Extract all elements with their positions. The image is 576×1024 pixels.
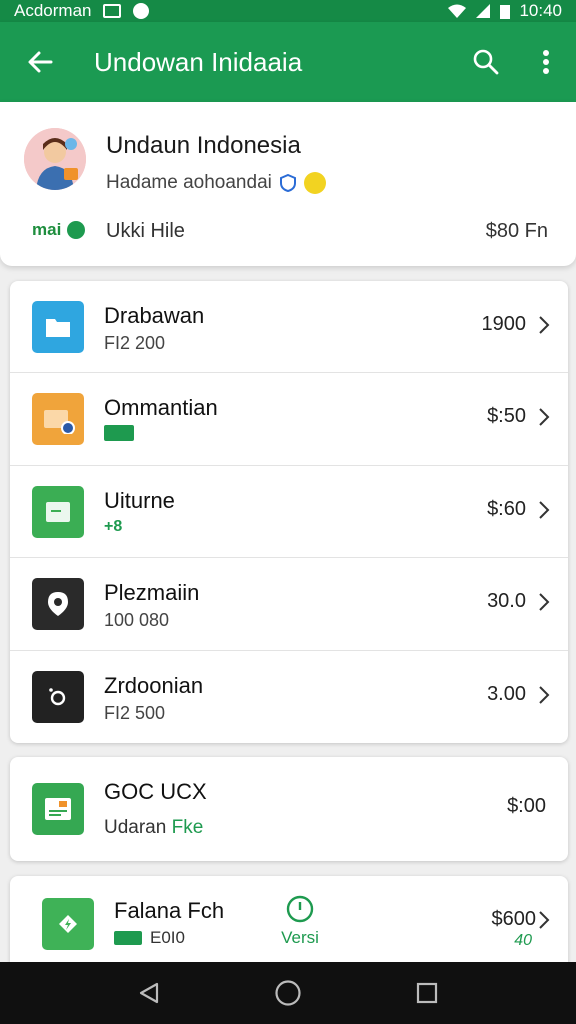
card-subtitle-prefix: Udaran (104, 817, 167, 838)
avatar[interactable] (24, 128, 86, 190)
item-value: 1900 (481, 313, 527, 335)
list-item[interactable]: Zrdoonian FI2 500 3.00 (10, 651, 568, 743)
card-value: $:00 (507, 795, 546, 817)
item-name: Zrdoonian (104, 672, 204, 698)
item-meta: 100 080 (104, 610, 170, 631)
chevron-right-icon (539, 911, 550, 929)
chevron-right-icon (539, 501, 550, 519)
profile-name: Undaun Indonesia (106, 132, 301, 159)
list-item[interactable]: Ommantian $:50 (10, 373, 568, 466)
item-value: $:50 (487, 405, 526, 428)
profile-tag: mai (32, 220, 86, 240)
clock-icon (286, 895, 314, 923)
item-meta: FI2 500 (104, 702, 166, 723)
item-value: $:60 (487, 497, 526, 520)
status-bar: Acdorman 10:40 (0, 0, 576, 22)
card-meta-text: E0I0 (150, 928, 185, 947)
card-subtitle-link[interactable]: Fke (172, 817, 204, 838)
app-bar: Undowan Inidaaia (0, 22, 576, 102)
profile-label: Ukki Hile (106, 220, 185, 242)
chevron-right-icon (539, 408, 550, 427)
battery-icon (500, 5, 511, 19)
status-time: 10:40 (519, 1, 562, 20)
card-value: $600 (491, 908, 537, 930)
item-name: Drabawan (104, 303, 205, 328)
list-item[interactable]: Plezmaiin 100 080 30.0 (10, 558, 568, 651)
items-list: Drabawan FI2 200 1900 Ommantian $:50 Uit… (10, 281, 568, 743)
square-recents-icon (416, 982, 437, 1004)
status-chip (104, 425, 134, 442)
profile-header: Undaun Indonesia Hadame aohoandai mai Uk… (0, 102, 576, 266)
shield-icon (279, 174, 296, 192)
verified-badge-icon (303, 172, 326, 194)
card-title: Falana Fch (114, 898, 225, 923)
item-value: 30.0 (487, 590, 526, 613)
circle-home-icon (275, 980, 301, 1006)
item-name: Ommantian (104, 395, 218, 421)
folder-icon (32, 301, 84, 353)
check-badge-icon (67, 221, 86, 239)
search-button[interactable] (456, 22, 516, 102)
card-subvalue: 40 (514, 932, 532, 949)
nav-home-button[interactable] (258, 962, 318, 1024)
more-vert-icon (543, 50, 549, 74)
file-icon (32, 485, 84, 538)
item-value: 3.00 (487, 682, 526, 705)
version-label: Versi (281, 928, 319, 947)
profile-tag-label: mai (32, 220, 62, 239)
search-icon (473, 49, 499, 75)
flash-icon (42, 898, 94, 950)
summary-card[interactable]: GOC UCX Udaran Fke $:00 (10, 757, 568, 861)
camera-icon (32, 670, 84, 723)
status-chip (114, 931, 142, 945)
app-bar-title: Undowan Inidaaia (94, 46, 303, 77)
profile-value: $80 Fn (485, 220, 548, 242)
back-button[interactable] (0, 22, 80, 102)
card-meta: E0I0 (114, 928, 185, 948)
version-indicator[interactable]: Versi (278, 894, 322, 948)
wifi-icon (448, 4, 467, 18)
triangle-back-icon (140, 982, 159, 1004)
item-meta (104, 425, 134, 446)
item-meta: +8 (104, 517, 123, 535)
chevron-right-icon (539, 593, 550, 611)
nav-back-button[interactable] (119, 962, 179, 1024)
item-meta: FI2 200 (104, 333, 166, 353)
item-name: Uiturne (104, 487, 175, 513)
update-card[interactable]: Falana Fch E0I0 Versi $600 40 (10, 876, 568, 976)
item-name: Plezmaiin (104, 580, 200, 606)
profile-subtitle-row: Hadame aohoandai (106, 172, 326, 194)
folder-camera-icon (32, 393, 84, 446)
nav-recents-button[interactable] (397, 962, 457, 1024)
list-item[interactable]: Uiturne +8 $:60 (10, 466, 568, 559)
location-pin-icon (32, 578, 84, 631)
system-nav-bar (0, 962, 576, 1024)
card-subtitle: Udaran Fke (104, 817, 203, 839)
list-item[interactable]: Drabawan FI2 200 1900 (10, 281, 568, 374)
signal-icon (476, 4, 491, 18)
profile-subtitle: Hadame aohoandai (106, 172, 272, 193)
chevron-right-icon (539, 316, 550, 334)
notification-icon (133, 3, 150, 19)
gallery-icon (103, 4, 122, 18)
more-options-button[interactable] (516, 22, 576, 102)
arrow-left-icon (28, 51, 53, 73)
status-app-name: Acdorman (14, 1, 92, 20)
card-title: GOC UCX (104, 779, 207, 804)
document-icon (32, 783, 84, 835)
chevron-right-icon (539, 685, 550, 704)
